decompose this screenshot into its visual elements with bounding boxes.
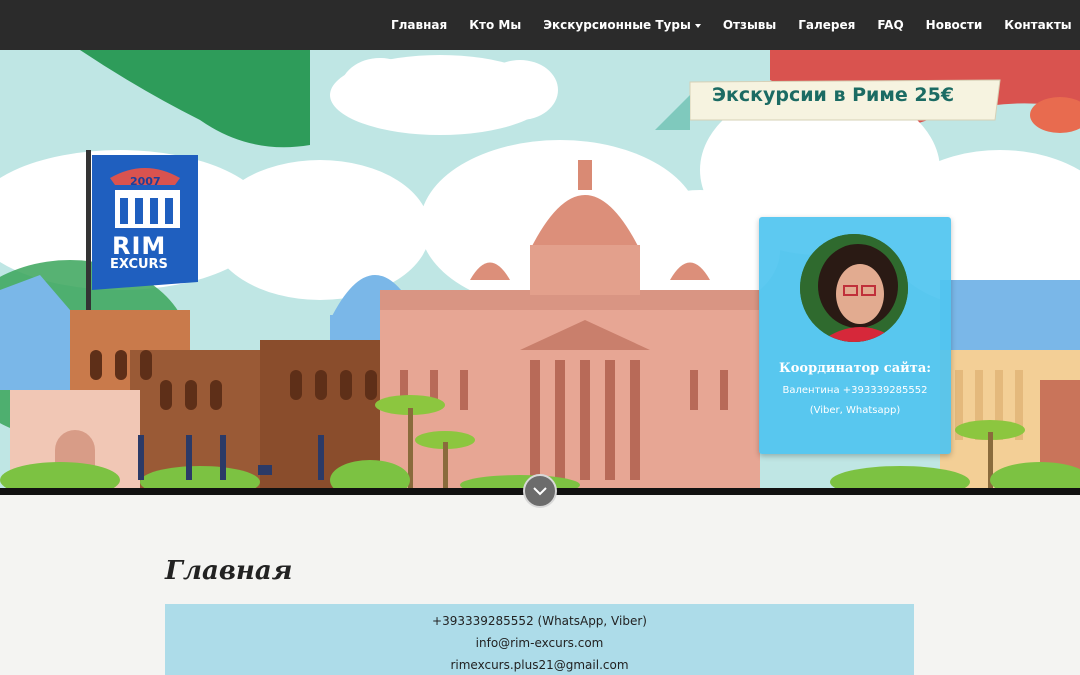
nav-item-faq[interactable]: FAQ [877, 18, 903, 32]
top-nav-bar: Главная Кто Мы Экскурсионные Туры Отзывы… [0, 0, 1080, 50]
nav-item-home[interactable]: Главная [391, 18, 447, 32]
coordinator-messengers: (Viber, Whatsapp) [809, 405, 901, 416]
chevron-down-icon [533, 487, 547, 496]
contact-email-alt[interactable]: rimexcurs.plus21@gmail.com [165, 658, 914, 672]
contact-phone[interactable]: +393339285552 (WhatsApp, Viber) [165, 614, 914, 628]
logo-excurs: EXCURS [110, 257, 168, 272]
nav-item-tours[interactable]: Экскурсионные Туры [543, 18, 701, 32]
nav-item-news[interactable]: Новости [926, 18, 983, 32]
nav-item-gallery[interactable]: Галерея [798, 18, 855, 32]
avatar [800, 234, 908, 342]
page-title: Главная [165, 556, 293, 586]
main-menu: Главная Кто Мы Экскурсионные Туры Отзывы… [380, 0, 1080, 50]
coordinator-card: Координатор сайта: Валентина +3933392855… [759, 217, 951, 454]
nav-item-reviews[interactable]: Отзывы [723, 18, 776, 32]
contact-box: +393339285552 (WhatsApp, Viber) info@rim… [165, 604, 914, 675]
nav-item-tours-label: Экскурсионные Туры [543, 18, 691, 32]
nav-item-contacts[interactable]: Контакты [1004, 18, 1071, 32]
hero-promo-banner: Экскурсии в Риме 25€ [712, 84, 955, 106]
logo-year: 2007 [130, 175, 161, 188]
contact-email[interactable]: info@rim-excurs.com [165, 636, 914, 650]
caret-down-icon [694, 23, 701, 28]
logo-rim: RIM [112, 232, 167, 260]
scroll-down-button[interactable] [523, 474, 557, 508]
nav-item-about[interactable]: Кто Мы [469, 18, 521, 32]
coordinator-photo [800, 234, 908, 342]
coordinator-phone: Валентина +393339285552 [782, 385, 928, 396]
coordinator-title: Координатор сайта: [778, 361, 932, 376]
